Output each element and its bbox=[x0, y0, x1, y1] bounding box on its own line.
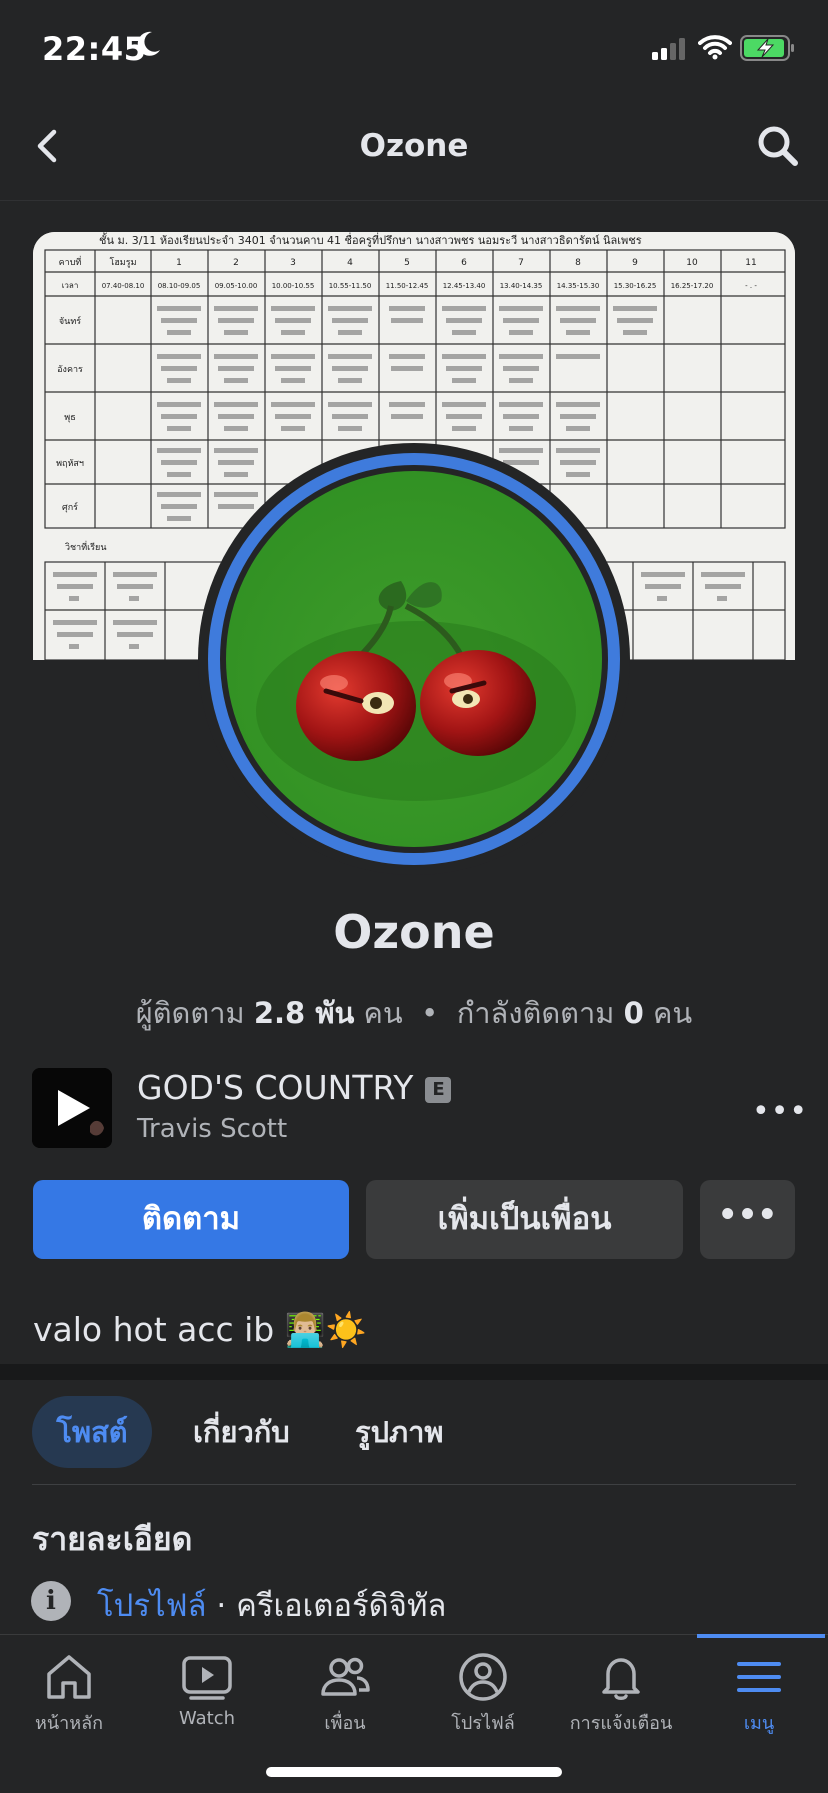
profile-link[interactable]: โปรไฟล์ bbox=[97, 1588, 207, 1624]
detail-separator: · bbox=[206, 1588, 237, 1624]
cover-col-9: 8 bbox=[575, 258, 581, 268]
song-artwork[interactable] bbox=[32, 1068, 112, 1148]
status-time: 22:45 bbox=[42, 30, 147, 68]
profile-avatar[interactable] bbox=[208, 453, 620, 865]
following-unit: คน bbox=[653, 996, 693, 1030]
cover-header-text: ชั้น ม. 3/11 ห้องเรียนประจำ 3401 จำนวนคา… bbox=[99, 232, 642, 247]
cover-col-10: 9 bbox=[632, 258, 638, 268]
details-heading: รายละเอียด bbox=[32, 1520, 193, 1558]
detail-category: ครีเอเตอร์ดิจิทัล bbox=[236, 1588, 447, 1624]
section-divider bbox=[0, 1364, 828, 1380]
followers-label: ผู้ติดตาม bbox=[135, 996, 245, 1030]
song-artist: Travis Scott bbox=[137, 1114, 288, 1144]
cover-col-3: 2 bbox=[233, 258, 239, 268]
cover-time-3: 09.05-10.00 bbox=[215, 282, 258, 290]
cover-time-4: 10.00-10.55 bbox=[272, 282, 315, 290]
tabbar-home[interactable]: หน้าหลัก bbox=[0, 1652, 138, 1737]
friends-icon bbox=[321, 1657, 370, 1696]
follow-button[interactable]: ติดตาม bbox=[33, 1180, 349, 1259]
tabbar-friends[interactable]: เพื่อน bbox=[276, 1652, 414, 1737]
profile-icon bbox=[459, 1653, 507, 1701]
tabbar-profile-label: โปรไฟล์ bbox=[451, 1713, 515, 1734]
search-icon[interactable] bbox=[756, 124, 800, 172]
cover-time-6: 11.50-12.45 bbox=[386, 282, 429, 290]
page-title: Ozone bbox=[359, 128, 469, 164]
cover-time-7: 12.45-13.40 bbox=[443, 282, 486, 290]
cover-col-2: 1 bbox=[176, 258, 182, 268]
cover-col-7: 6 bbox=[461, 258, 467, 268]
home-indicator[interactable] bbox=[266, 1767, 562, 1777]
tabbar-notifications[interactable]: การแจ้งเตือน bbox=[552, 1652, 690, 1737]
cover-col-5: 4 bbox=[347, 258, 353, 268]
cover-col-1: โฮมรูม bbox=[109, 257, 136, 268]
song-title[interactable]: GOD'S COUNTRY E bbox=[137, 1068, 452, 1107]
tabbar-profile[interactable]: โปรไฟล์ bbox=[414, 1652, 552, 1737]
follower-stats: ผู้ติดตาม 2.8 พัน คน • กำลังติดตาม 0 คน bbox=[0, 990, 828, 1036]
cover-time-9: 14.35-15.30 bbox=[557, 282, 600, 290]
stats-separator: • bbox=[421, 996, 439, 1030]
tabbar-home-label: หน้าหลัก bbox=[34, 1713, 104, 1734]
watch-icon bbox=[182, 1656, 232, 1700]
bell-icon bbox=[602, 1658, 640, 1700]
music-more-button[interactable]: ••• bbox=[752, 1094, 808, 1129]
tabbar-watch-label: Watch bbox=[178, 1708, 236, 1729]
wifi-icon bbox=[698, 34, 732, 64]
cover-time-11: 16.25-17.20 bbox=[671, 282, 714, 290]
cover-time-0: เวลา bbox=[62, 281, 79, 290]
tabbar-notifications-label: การแจ้งเตือน bbox=[569, 1713, 673, 1734]
tab-about[interactable]: เกี่ยวกับ bbox=[193, 1396, 290, 1468]
info-icon: i bbox=[31, 1581, 71, 1621]
cover-time-5: 10.55-11.50 bbox=[329, 282, 372, 290]
cover-time-8: 13.40-14.35 bbox=[500, 282, 543, 290]
cover-day-1: อังคาร bbox=[57, 365, 83, 375]
tab-photos[interactable]: รูปภาพ bbox=[355, 1396, 444, 1468]
song-name: GOD'S COUNTRY bbox=[137, 1068, 414, 1107]
cover-time-2: 08.10-09.05 bbox=[158, 282, 201, 290]
profile-bio: valo hot acc ib 👨🏼‍💻☀️ bbox=[33, 1310, 367, 1349]
moon-icon bbox=[136, 30, 162, 66]
active-tab-indicator bbox=[697, 1634, 825, 1638]
cover-col-4: 3 bbox=[290, 258, 296, 268]
following-label: กำลังติดตาม bbox=[456, 996, 615, 1030]
cover-col-11: 10 bbox=[686, 258, 698, 268]
cover-day-0: จันทร์ bbox=[59, 315, 81, 327]
cover-col-6: 5 bbox=[404, 258, 410, 268]
following-count[interactable]: 0 bbox=[624, 996, 644, 1030]
menu-icon bbox=[737, 1662, 781, 1692]
cover-col-8: 7 bbox=[518, 258, 524, 268]
tab-posts[interactable]: โพสต์ bbox=[32, 1396, 152, 1468]
signal-icon bbox=[652, 38, 688, 64]
profile-name: Ozone bbox=[333, 905, 495, 959]
more-actions-button[interactable]: ••• bbox=[700, 1180, 795, 1259]
followers-unit: คน bbox=[363, 996, 403, 1030]
tabs-divider bbox=[32, 1484, 796, 1485]
tabbar-friends-label: เพื่อน bbox=[324, 1713, 366, 1734]
add-friend-button[interactable]: เพิ่มเป็นเพื่อน bbox=[366, 1180, 683, 1259]
tabbar-menu[interactable]: เมนู bbox=[690, 1652, 828, 1737]
cover-day-3: พฤหัสฯ bbox=[56, 459, 84, 469]
home-icon bbox=[47, 1655, 91, 1699]
cherry-bomb-image bbox=[226, 471, 602, 847]
cover-col-12: 11 bbox=[745, 258, 756, 268]
cover-day-2: พุธ bbox=[64, 413, 75, 423]
cover-day-4: ศุกร์ bbox=[62, 501, 78, 513]
battery-charging-icon bbox=[740, 35, 796, 65]
tabbar-menu-label: เมนู bbox=[743, 1713, 775, 1734]
cover-time-1: 07.40-08.10 bbox=[102, 282, 145, 290]
cover-time-12: - . - bbox=[745, 282, 757, 290]
explicit-badge: E bbox=[425, 1077, 452, 1103]
followers-count[interactable]: 2.8 พัน bbox=[254, 996, 354, 1030]
detail-category-row: โปรไฟล์ · ครีเอเตอร์ดิจิทัล bbox=[97, 1580, 446, 1630]
tabbar-watch[interactable]: Watch bbox=[138, 1652, 276, 1729]
cover-time-10: 15.30-16.25 bbox=[614, 282, 657, 290]
